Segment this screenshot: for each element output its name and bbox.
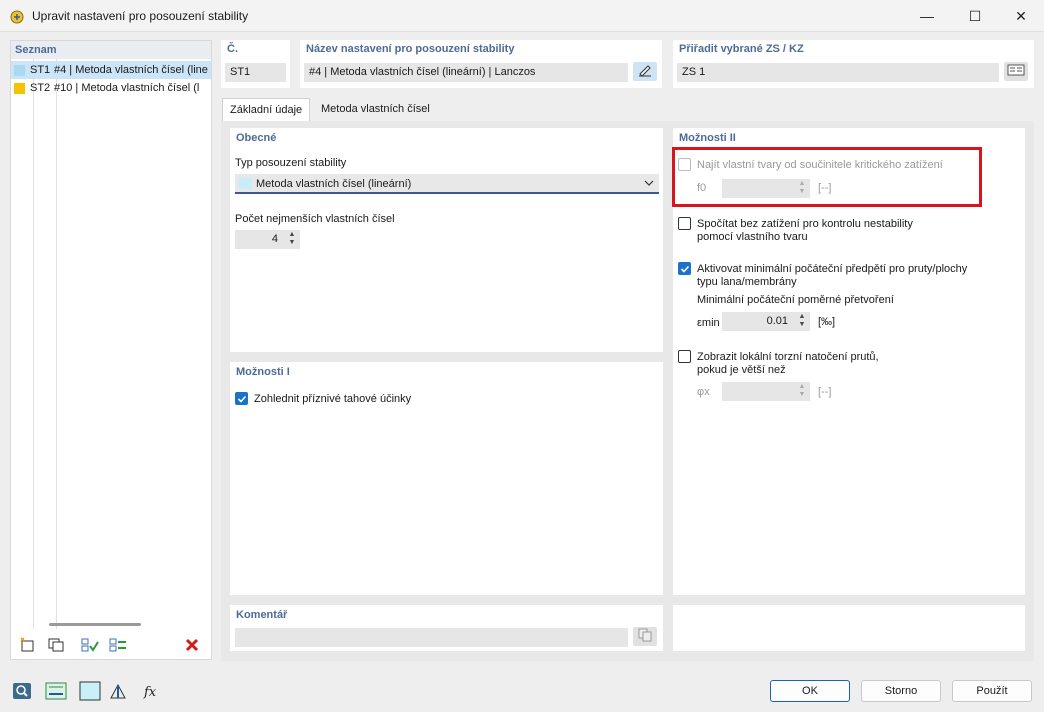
maximize-button[interactable]: ☐	[952, 0, 998, 32]
apply-button[interactable]: Použít	[952, 680, 1032, 702]
options2-title: Možnosti II	[679, 132, 736, 144]
delete-icon[interactable]	[181, 635, 203, 655]
name-label: Název nastavení pro posouzení stability	[306, 43, 515, 55]
minimize-button[interactable]: —	[904, 0, 950, 32]
list-item[interactable]: ST2 #10 | Metoda vlastních čísel (l	[11, 79, 211, 97]
min-strain-label: Minimální počáteční poměrné přetvoření	[697, 294, 894, 306]
list-divider	[56, 59, 57, 629]
list-item-label: #10 | Metoda vlastních čísel (l	[54, 82, 200, 94]
color-swatch	[14, 64, 25, 76]
empty-pane	[673, 605, 1025, 651]
cancel-button[interactable]: Storno	[861, 680, 941, 702]
name-box: Název nastavení pro posouzení stability …	[300, 40, 662, 88]
stability-type-label: Typ posouzení stability	[235, 157, 347, 169]
eigenvalue-count-value: 4	[271, 233, 278, 245]
unloaded-instability-checkbox[interactable]	[678, 217, 691, 230]
tension-effects-label: Zohlednit příznivé tahové účinky	[254, 393, 412, 405]
formula-icon[interactable]: fx	[140, 680, 164, 702]
options1-section: Možnosti I Zohlednit příznivé tahové úči…	[230, 362, 663, 595]
unloaded-instability-label-1: Spočítat bez zatížení pro kontrolu nesta…	[697, 218, 913, 230]
color-swatch	[14, 82, 25, 94]
select-loadcases-button[interactable]	[1004, 62, 1028, 81]
color-display-icon[interactable]	[78, 680, 102, 702]
min-prestress-label-2: typu lana/membrány	[697, 276, 797, 288]
min-strain-value: 0.01	[766, 315, 788, 327]
edit-icon	[637, 63, 653, 80]
eigenvalue-count-label: Počet nejmenších vlastních čísel	[235, 213, 395, 225]
torsion-rotation-label-1: Zobrazit lokální torzní natočení prutů,	[697, 351, 879, 363]
general-title: Obecné	[236, 132, 277, 144]
torsion-rotation-label-2: pokud je větší než	[697, 364, 786, 376]
edit-name-button[interactable]	[633, 62, 657, 81]
comment-library-button[interactable]	[633, 627, 657, 646]
copy-item-icon[interactable]	[45, 635, 67, 655]
spin-arrows-icon: ▲ ▼	[798, 383, 806, 398]
torsion-threshold-input[interactable]: ▲ ▼	[722, 382, 810, 401]
window-title: Upravit nastavení pro posouzení stabilit…	[32, 9, 249, 23]
options1-title: Možnosti I	[236, 366, 290, 378]
phi-symbol: φx	[697, 386, 710, 398]
app-icon	[9, 8, 25, 24]
ok-button[interactable]: OK	[770, 680, 850, 702]
list-scrollbar[interactable]	[49, 623, 141, 626]
list-item-label: #4 | Metoda vlastních čísel (line	[54, 64, 208, 76]
spin-arrows-icon[interactable]: ▲ ▼	[287, 231, 297, 247]
comment-section: Komentář	[230, 605, 663, 651]
title-bar: Upravit nastavení pro posouzení stabilit…	[0, 0, 1044, 32]
list-toolbar	[11, 631, 211, 659]
list-item-id: ST1	[30, 64, 51, 76]
phi-unit: [--]	[818, 386, 832, 398]
list-divider	[33, 59, 34, 629]
stability-type-value: Metoda vlastních čísel (lineární)	[256, 178, 412, 190]
spin-arrows-icon[interactable]: ▲ ▼	[797, 313, 807, 329]
copy-icon	[638, 628, 652, 645]
list-item-id: ST2	[30, 82, 51, 94]
general-section: Obecné Typ posouzení stability Metoda vl…	[230, 128, 663, 352]
assign-field[interactable]: ZS 1	[677, 63, 999, 82]
close-button[interactable]: ✕	[998, 0, 1044, 32]
units-icon[interactable]	[44, 680, 68, 702]
min-prestress-checkbox[interactable]	[678, 262, 691, 275]
assign-label: Přiřadit vybrané ZS / KZ	[679, 43, 804, 55]
type-color-swatch	[239, 178, 252, 189]
comment-field[interactable]	[235, 628, 628, 647]
number-field[interactable]: ST1	[225, 63, 286, 82]
unloaded-instability-label-2: pomocí vlastního tvaru	[697, 231, 808, 243]
chevron-down-icon	[643, 177, 655, 192]
stability-type-select[interactable]: Metoda vlastních čísel (lineární)	[235, 174, 659, 194]
eigenvalue-count-stepper[interactable]: 4 ▲ ▼	[235, 230, 300, 249]
search-icon[interactable]	[10, 680, 34, 702]
list-header: Seznam	[11, 41, 211, 59]
torsion-rotation-checkbox[interactable]	[678, 350, 691, 363]
assign-box: Přiřadit vybrané ZS / KZ ZS 1	[673, 40, 1034, 88]
min-prestress-label-1: Aktivovat minimální počáteční předpětí p…	[697, 263, 968, 275]
list-select-icon	[1007, 64, 1025, 79]
min-strain-input[interactable]: 0.01 ▲ ▼	[722, 312, 810, 331]
check-all-icon[interactable]	[79, 635, 101, 655]
svg-text:fx: fx	[143, 685, 157, 700]
check-selected-icon[interactable]	[107, 635, 129, 655]
number-box: Č. ST1	[221, 40, 290, 88]
list-item[interactable]: ST1 #4 | Metoda vlastních čísel (line	[11, 61, 211, 79]
tension-effects-checkbox[interactable]	[235, 392, 248, 405]
list-panel: Seznam ST1 #4 | Metoda vlastních čísel (…	[10, 40, 212, 660]
tab-basic-data[interactable]: Základní údaje	[222, 98, 311, 121]
highlight-box	[672, 147, 982, 207]
tab-eigenvalue-method[interactable]: Metoda vlastních čísel	[314, 98, 437, 121]
name-field[interactable]: #4 | Metoda vlastních čísel (lineární) |…	[304, 63, 628, 82]
epsilon-symbol: εmin	[697, 317, 720, 329]
new-item-icon[interactable]	[17, 635, 39, 655]
number-label: Č.	[227, 43, 238, 55]
comment-title: Komentář	[236, 609, 288, 621]
min-strain-unit: [‰]	[818, 316, 836, 328]
structure-icon[interactable]	[106, 680, 130, 702]
